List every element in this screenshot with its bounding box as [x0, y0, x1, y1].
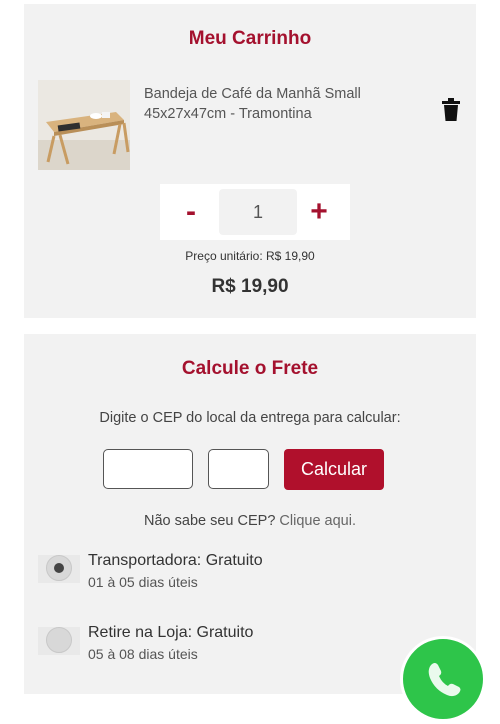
- radio-pickup[interactable]: [46, 627, 72, 653]
- option-title: Transportadora: Gratuito: [88, 552, 263, 569]
- trash-icon: [442, 98, 460, 121]
- cep-input-prefix[interactable]: [103, 449, 193, 489]
- quantity-stepper: - +: [160, 184, 350, 240]
- whatsapp-button[interactable]: [400, 636, 486, 722]
- option-subtitle: 01 à 05 dias úteis: [88, 574, 198, 590]
- product-name[interactable]: Bandeja de Café da Manhã Small 45x27x47c…: [144, 84, 404, 124]
- radio-carrier[interactable]: [46, 555, 72, 581]
- decrease-quantity-button[interactable]: -: [166, 184, 216, 240]
- product-image: [38, 80, 130, 170]
- cep-help-text: Não sabe seu CEP?: [144, 513, 276, 529]
- radio-carrier-wrap[interactable]: [38, 555, 80, 583]
- cep-help-link[interactable]: Clique aqui.: [279, 513, 356, 529]
- option-title: Retire na Loja: Gratuito: [88, 624, 254, 641]
- total-price: R$ 19,90: [211, 276, 289, 297]
- option-subtitle: 05 à 08 dias úteis: [88, 646, 198, 662]
- unit-price: Preço unitário: R$ 19,90: [185, 249, 315, 263]
- cep-help: Não sabe seu CEP? Clique aqui.: [24, 513, 476, 529]
- remove-item-button[interactable]: [441, 98, 461, 122]
- shipping-title: Calcule o Frete: [181, 358, 319, 379]
- cart-card: Meu Carrinho Bandeja de Café da Manhã Sm…: [24, 4, 476, 318]
- increase-quantity-button[interactable]: +: [294, 184, 344, 240]
- quantity-input[interactable]: [219, 189, 297, 235]
- whatsapp-icon: [428, 663, 461, 697]
- radio-pickup-wrap[interactable]: [38, 627, 80, 655]
- cart-title: Meu Carrinho: [188, 28, 312, 49]
- calculate-button[interactable]: Calcular: [284, 449, 384, 490]
- cep-input-suffix[interactable]: [208, 449, 269, 489]
- cep-instructions: Digite o CEP do local da entrega para ca…: [99, 410, 401, 426]
